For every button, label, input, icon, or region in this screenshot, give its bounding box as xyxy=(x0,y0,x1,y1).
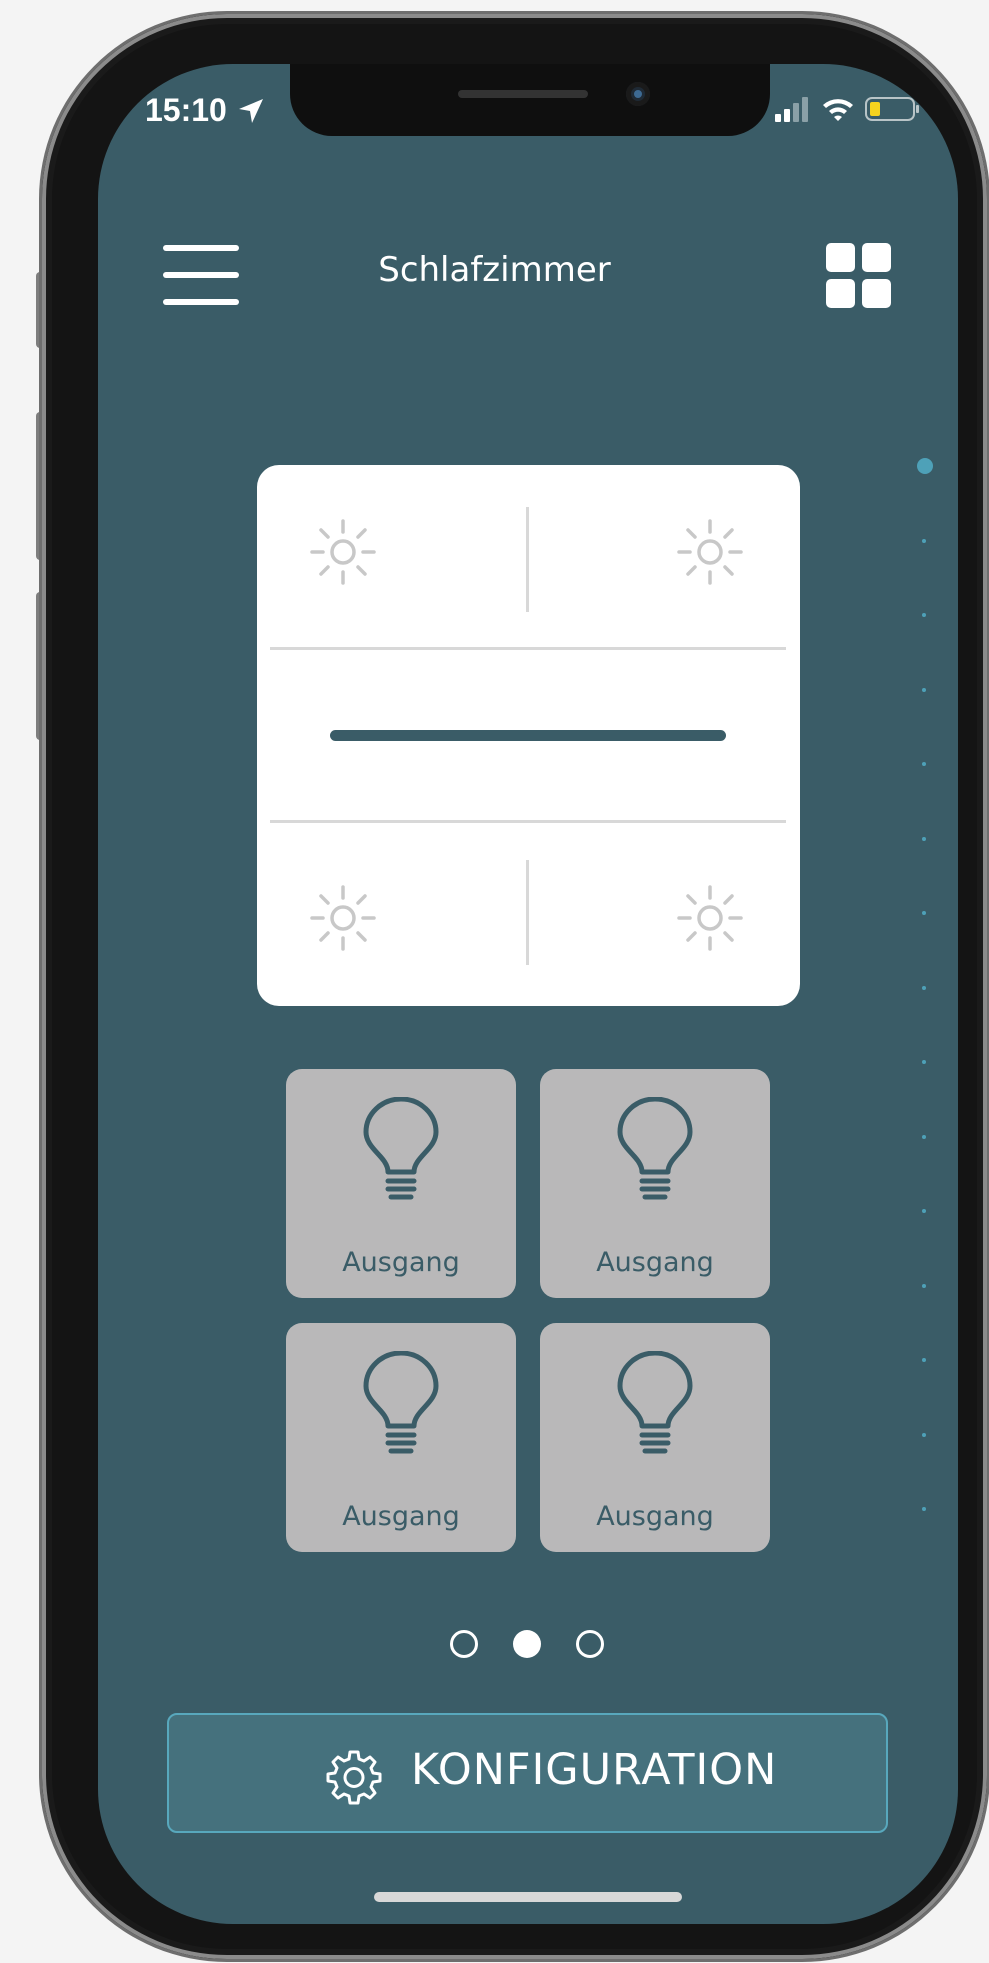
side-scroll-dot xyxy=(922,1134,926,1139)
sun-icon xyxy=(310,519,376,585)
side-scroll-dot xyxy=(922,1283,926,1288)
side-scroll-dot xyxy=(922,687,926,692)
battery-low-icon xyxy=(865,97,919,121)
light-bulb-icon xyxy=(363,1097,439,1200)
side-scroll-dot xyxy=(922,836,926,841)
sun-icon xyxy=(677,519,743,585)
speaker xyxy=(458,90,588,98)
side-scroll-dot xyxy=(922,1432,926,1437)
side-scroll-dot-active xyxy=(917,458,933,474)
sun-icon xyxy=(677,885,743,951)
status-icons xyxy=(775,96,921,122)
page-dot[interactable] xyxy=(576,1630,604,1658)
side-scroll-dot xyxy=(922,1358,926,1362)
side-scroll-dot xyxy=(922,1209,926,1213)
grid-view-icon[interactable] xyxy=(826,243,892,309)
location-arrow-icon xyxy=(239,99,263,123)
output-tile[interactable]: Ausgang xyxy=(540,1069,770,1298)
front-camera xyxy=(626,82,650,106)
side-scroll-dot xyxy=(922,911,926,915)
sun-icon xyxy=(310,885,376,951)
gear-icon xyxy=(326,1750,382,1805)
home-indicator[interactable] xyxy=(374,1892,682,1902)
side-scroll-dot xyxy=(922,538,926,543)
page-indicator xyxy=(450,1630,604,1658)
divider xyxy=(526,860,529,965)
page-dot-active[interactable] xyxy=(513,1630,541,1658)
switch-button-top-right[interactable] xyxy=(674,516,746,588)
side-scroll-dot xyxy=(922,985,926,990)
output-label: Ausgang xyxy=(342,1247,460,1278)
configuration-label: KONFIGURATION xyxy=(411,1745,778,1795)
divider xyxy=(526,507,529,612)
notch xyxy=(290,64,770,136)
side-scroll-dot xyxy=(922,1060,926,1064)
output-label: Ausgang xyxy=(342,1501,460,1532)
dimmer-bar[interactable] xyxy=(330,730,726,741)
side-scroll-dot xyxy=(922,1507,926,1511)
output-tile[interactable]: Ausgang xyxy=(540,1323,770,1552)
switch-panel xyxy=(257,465,800,1006)
divider xyxy=(270,647,786,650)
light-bulb-icon xyxy=(617,1097,693,1200)
divider xyxy=(270,820,786,823)
switch-button-top-left[interactable] xyxy=(307,516,379,588)
switch-button-bottom-left[interactable] xyxy=(307,882,379,954)
side-scroll-dot xyxy=(922,762,926,766)
light-bulb-icon xyxy=(363,1351,439,1454)
output-label: Ausgang xyxy=(596,1501,714,1532)
status-time: 15:10 xyxy=(145,92,227,128)
light-bulb-icon xyxy=(617,1351,693,1454)
switch-button-bottom-right[interactable] xyxy=(674,882,746,954)
output-tile[interactable]: Ausgang xyxy=(286,1323,516,1552)
wifi-icon xyxy=(823,99,853,121)
page-dot[interactable] xyxy=(450,1630,478,1658)
cellular-signal-icon xyxy=(775,97,808,122)
side-scroll-dot xyxy=(922,613,926,617)
output-tile[interactable]: Ausgang xyxy=(286,1069,516,1298)
configuration-button[interactable]: KONFIGURATION xyxy=(167,1713,888,1833)
output-label: Ausgang xyxy=(596,1247,714,1278)
